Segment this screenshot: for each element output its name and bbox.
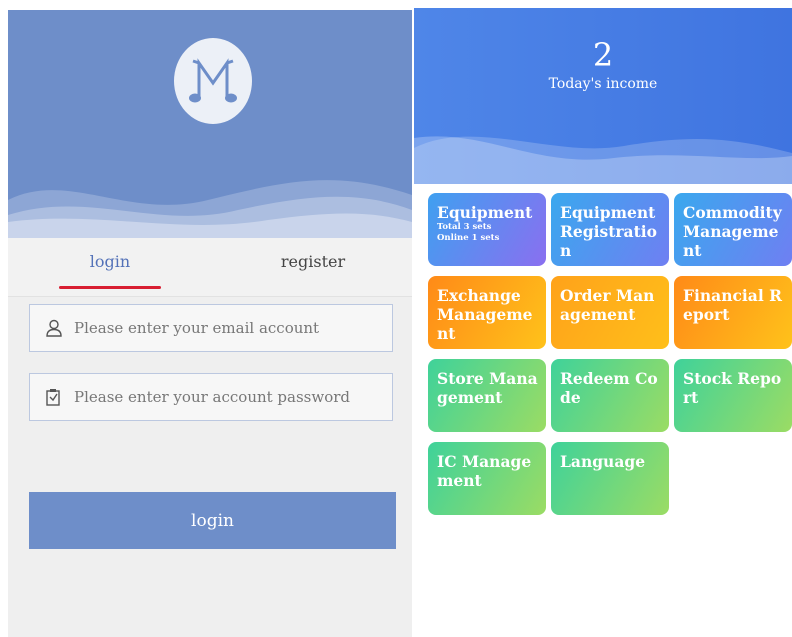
tile-language[interactable]: Language (551, 442, 669, 515)
email-input[interactable] (72, 318, 392, 338)
income-header: 2 Today's income (414, 8, 792, 184)
login-screen: login register login (8, 10, 412, 637)
tile-label: Store Management (437, 369, 538, 407)
tile-stock-report[interactable]: Stock Report (674, 359, 792, 432)
tile-order-management[interactable]: Order Management (551, 276, 669, 349)
auth-tabs: login register (8, 238, 412, 297)
tile-commodity-management[interactable]: Commodity Management (674, 193, 792, 266)
music-note-logo (174, 38, 252, 124)
header-waves (414, 136, 792, 184)
user-icon (46, 318, 66, 338)
tile-financial-report[interactable]: Financial Report (674, 276, 792, 349)
tile-exchange-management[interactable]: Exchange Management (428, 276, 546, 349)
tile-label: Equipment Registration (560, 203, 657, 260)
header-waves (8, 180, 412, 238)
tile-equipment[interactable]: Equipment Total 3 sets Online 1 sets (428, 193, 546, 266)
password-input[interactable] (72, 387, 392, 407)
income-value: 2 (592, 36, 614, 74)
tile-label: Redeem Code (560, 369, 658, 407)
tile-label: Stock Report (683, 369, 782, 407)
lock-icon (46, 387, 66, 407)
tab-register[interactable]: register (263, 252, 363, 271)
tile-label: Exchange Management (437, 286, 533, 343)
email-field[interactable] (29, 304, 393, 352)
tile-equipment-registration[interactable]: Equipment Registration (551, 193, 669, 266)
active-tab-indicator (59, 286, 161, 289)
dashboard-screen: 2 Today's income Equipment Total 3 sets … (414, 8, 792, 637)
tile-store-management[interactable]: Store Management (428, 359, 546, 432)
equipment-total: Total 3 sets (437, 222, 492, 232)
tab-login[interactable]: login (60, 252, 160, 271)
tile-label: Order Management (560, 286, 655, 324)
login-header (8, 10, 412, 238)
equipment-online: Online 1 sets (437, 233, 500, 243)
tile-label: Commodity Management (683, 203, 782, 260)
income-label: Today's income (548, 76, 658, 92)
tile-ic-management[interactable]: IC Management (428, 442, 546, 515)
login-button[interactable]: login (29, 492, 396, 549)
tile-label: Equipment (437, 203, 533, 222)
tile-label: IC Management (437, 452, 532, 490)
tile-label: Financial Report (683, 286, 783, 324)
tile-redeem-code[interactable]: Redeem Code (551, 359, 669, 432)
tile-label: Language (560, 452, 646, 471)
password-field[interactable] (29, 373, 393, 421)
